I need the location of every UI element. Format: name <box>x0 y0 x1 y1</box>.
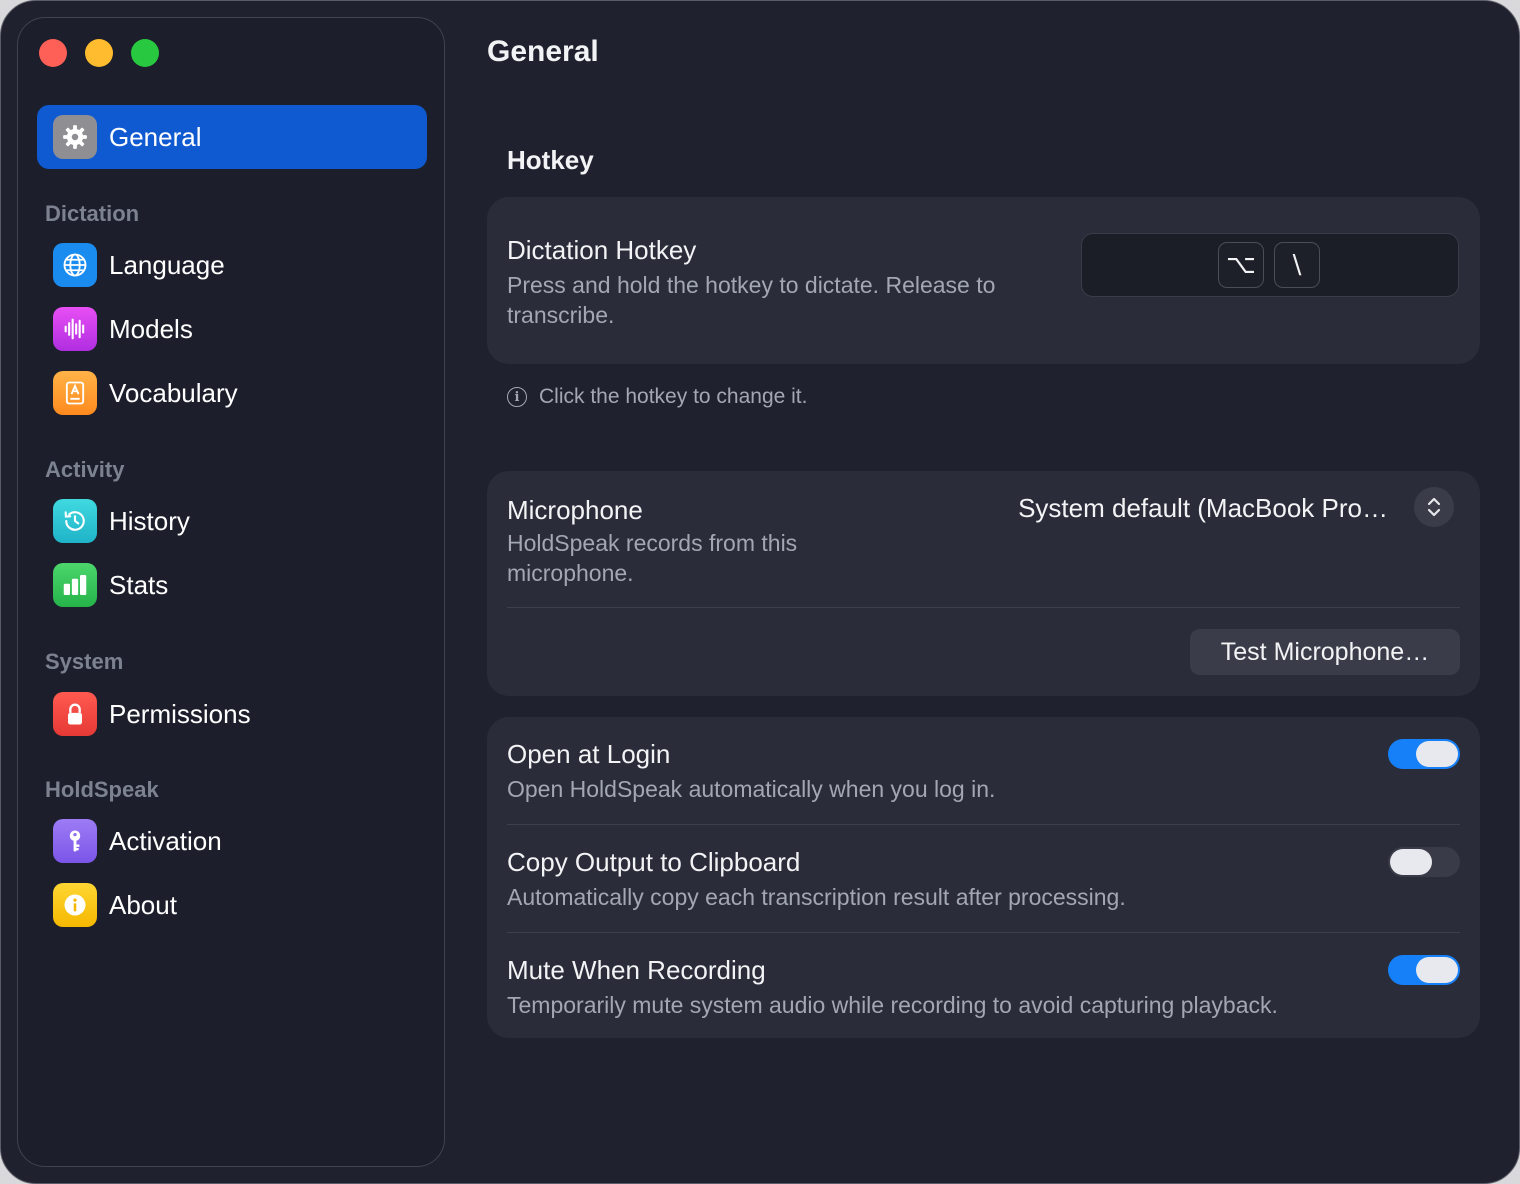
sidebar-item-label: Stats <box>109 569 169 600</box>
options-card: Open at Login Open HoldSpeak automatical… <box>487 717 1480 1038</box>
copy-output-toggle[interactable] <box>1388 847 1460 877</box>
waveform-icon <box>53 307 97 351</box>
dictation-hotkey-title: Dictation Hotkey <box>507 235 697 265</box>
zoom-window-button[interactable] <box>131 39 159 67</box>
toggle-knob <box>1390 849 1432 875</box>
description-line: HoldSpeak records from this <box>507 530 798 556</box>
sidebar-item-label: Models <box>109 313 193 344</box>
sidebar-item-language[interactable]: Language <box>37 233 427 297</box>
hotkey-hint: i Click the hotkey to change it. <box>507 385 807 409</box>
open-at-login-toggle[interactable] <box>1388 739 1460 769</box>
microphone-card: Microphone HoldSpeak records from this m… <box>487 471 1480 696</box>
toggle-knob <box>1416 741 1458 767</box>
gear-icon <box>53 115 97 159</box>
hint-text: Click the hotkey to change it. <box>539 385 808 408</box>
dictation-hotkey-description: Press and hold the hotkey to dictate. Re… <box>507 270 995 330</box>
sidebar-item-label: About <box>109 889 177 920</box>
sidebar-item-models[interactable]: Models <box>37 297 427 361</box>
info-circle-icon: i <box>507 387 527 407</box>
hotkey-card: Dictation Hotkey Press and hold the hotk… <box>487 197 1480 364</box>
sidebar-item-label: Vocabulary <box>109 377 238 408</box>
microphone-description: HoldSpeak records from this microphone. <box>507 528 797 588</box>
sidebar-item-label: History <box>109 505 190 536</box>
test-microphone-button[interactable]: Test Microphone… <box>1190 629 1460 675</box>
description-line: transcribe. <box>507 302 615 328</box>
history-icon <box>53 499 97 543</box>
divider <box>507 607 1460 608</box>
sidebar-item-activation[interactable]: Activation <box>37 809 427 873</box>
description-line: Press and hold the hotkey to dictate. Re… <box>507 272 996 298</box>
sidebar-item-vocabulary[interactable]: Vocabulary <box>37 361 427 425</box>
info-icon <box>53 883 97 927</box>
mute-when-recording-title: Mute When Recording <box>507 955 766 985</box>
hotkey-recorder[interactable]: ⌥ \ <box>1081 233 1459 297</box>
sidebar-item-stats[interactable]: Stats <box>37 553 427 617</box>
mute-when-recording-description: Temporarily mute system audio while reco… <box>507 992 1278 1018</box>
sidebar-item-general[interactable]: General <box>37 105 427 169</box>
open-at-login-title: Open at Login <box>507 739 671 769</box>
section-label-dictation: Dictation <box>45 201 140 226</box>
description-line: microphone. <box>507 560 634 586</box>
section-heading-hotkey: Hotkey <box>507 145 594 175</box>
section-label-system: System <box>45 649 124 674</box>
toggle-knob <box>1416 957 1458 983</box>
sidebar-item-label: Language <box>109 249 225 280</box>
book-icon <box>53 371 97 415</box>
section-label-holdspeak: HoldSpeak <box>45 777 159 802</box>
divider <box>507 932 1460 933</box>
divider <box>507 824 1460 825</box>
mute-when-recording-toggle[interactable] <box>1388 955 1460 985</box>
key-icon <box>53 819 97 863</box>
section-label-activity: Activity <box>45 457 125 482</box>
copy-output-description: Automatically copy each transcription re… <box>507 884 1126 910</box>
microphone-title: Microphone <box>507 495 643 525</box>
page-title: General <box>487 35 599 68</box>
minimize-window-button[interactable] <box>85 39 113 67</box>
copy-output-title: Copy Output to Clipboard <box>507 847 801 877</box>
globe-icon <box>53 243 97 287</box>
sidebar-item-label: Permissions <box>109 698 251 729</box>
chevron-up-down-icon[interactable] <box>1414 487 1454 527</box>
option-key-cap: ⌥ <box>1218 242 1264 288</box>
sidebar-item-label: General <box>109 121 202 152</box>
open-at-login-description: Open HoldSpeak automatically when you lo… <box>507 776 996 802</box>
chart-icon <box>53 563 97 607</box>
microphone-select[interactable]: System default (MacBook Pro… <box>1018 493 1388 524</box>
sidebar-item-history[interactable]: History <box>37 489 427 553</box>
lock-icon <box>53 692 97 736</box>
backslash-key-cap: \ <box>1274 242 1320 288</box>
sidebar-item-permissions[interactable]: Permissions <box>37 682 427 746</box>
sidebar-item-about[interactable]: About <box>37 873 427 937</box>
close-window-button[interactable] <box>39 39 67 67</box>
sidebar-item-label: Activation <box>109 825 222 856</box>
settings-window: General Dictation Language Models Vocabu… <box>0 0 1520 1184</box>
